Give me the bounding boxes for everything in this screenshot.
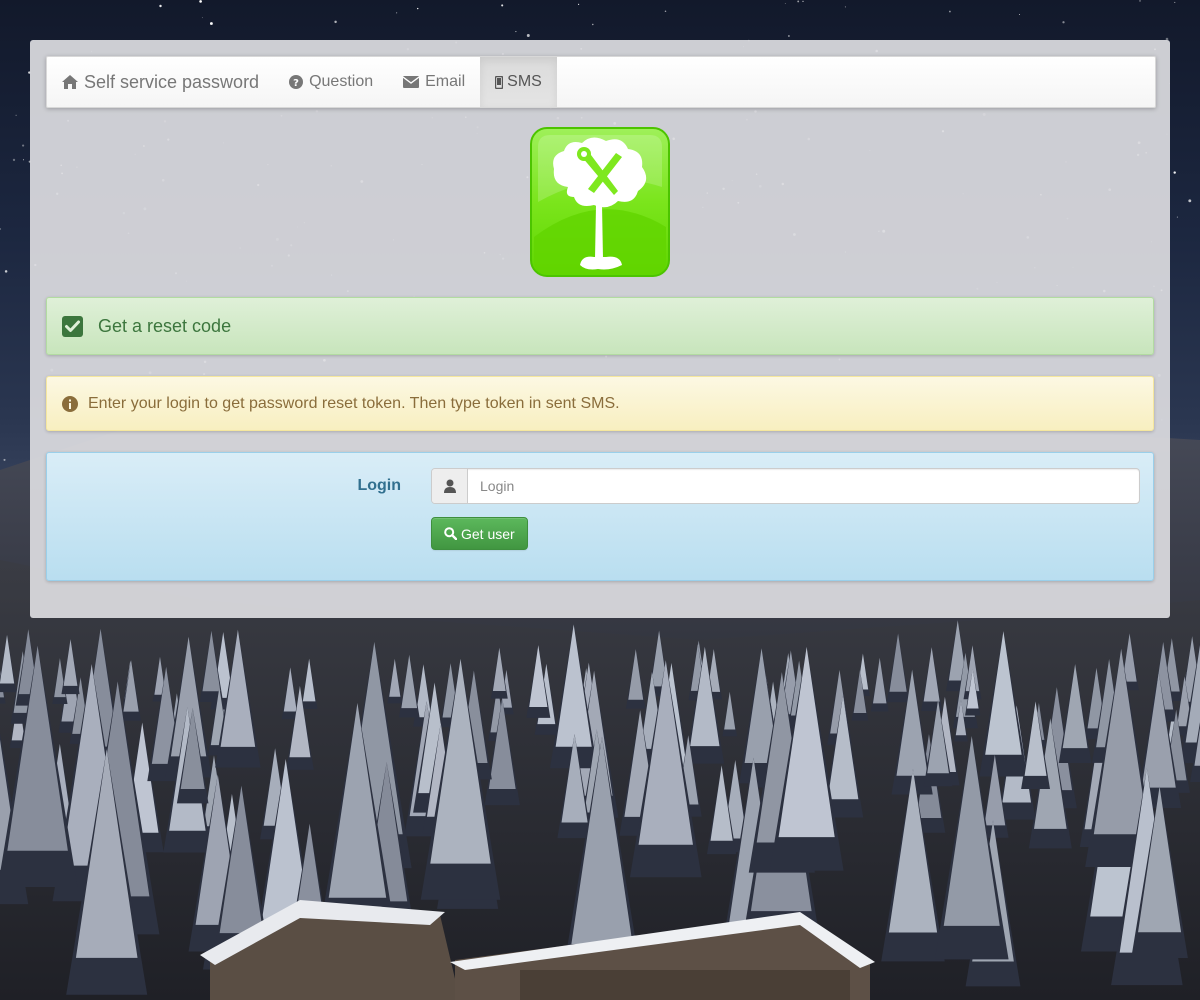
- search-icon: [444, 527, 457, 540]
- main-panel: Self service password ? Question Email S…: [30, 40, 1170, 618]
- get-user-label: Get user: [461, 525, 515, 542]
- login-input[interactable]: [468, 469, 1139, 503]
- app-logo: [530, 127, 670, 277]
- nav-brand-label: Self service password: [84, 71, 260, 92]
- tree-with-wrench-logo: [530, 127, 670, 277]
- info-circle-icon: [62, 395, 78, 412]
- tab-sms[interactable]: SMS: [480, 57, 557, 107]
- login-form: Login Get user: [46, 452, 1154, 581]
- alert-success-text: Get a reset code: [98, 315, 232, 336]
- alert-warning-text: Enter your login to get password reset t…: [88, 394, 620, 412]
- question-circle-icon: ?: [289, 75, 304, 89]
- svg-text:?: ?: [293, 78, 299, 89]
- login-input-group: [431, 468, 1140, 504]
- login-label: Login: [357, 477, 401, 494]
- check-square-icon: [62, 315, 83, 337]
- home-icon: [62, 75, 78, 89]
- alert-success: Get a reset code: [46, 297, 1154, 355]
- navbar: Self service password ? Question Email S…: [46, 56, 1156, 108]
- get-user-button[interactable]: Get user: [431, 517, 528, 550]
- user-icon: [432, 469, 468, 503]
- mobile-phone-icon: [495, 75, 504, 89]
- nav-brand-home[interactable]: Self service password: [47, 57, 274, 107]
- envelope-icon: [403, 76, 420, 88]
- tab-email[interactable]: Email: [388, 57, 480, 107]
- alert-warning: Enter your login to get password reset t…: [46, 376, 1154, 431]
- tab-question[interactable]: ? Question: [274, 57, 388, 107]
- tab-question-label: Question: [309, 73, 374, 90]
- tab-email-label: Email: [425, 73, 466, 90]
- tab-sms-label: SMS: [507, 73, 542, 90]
